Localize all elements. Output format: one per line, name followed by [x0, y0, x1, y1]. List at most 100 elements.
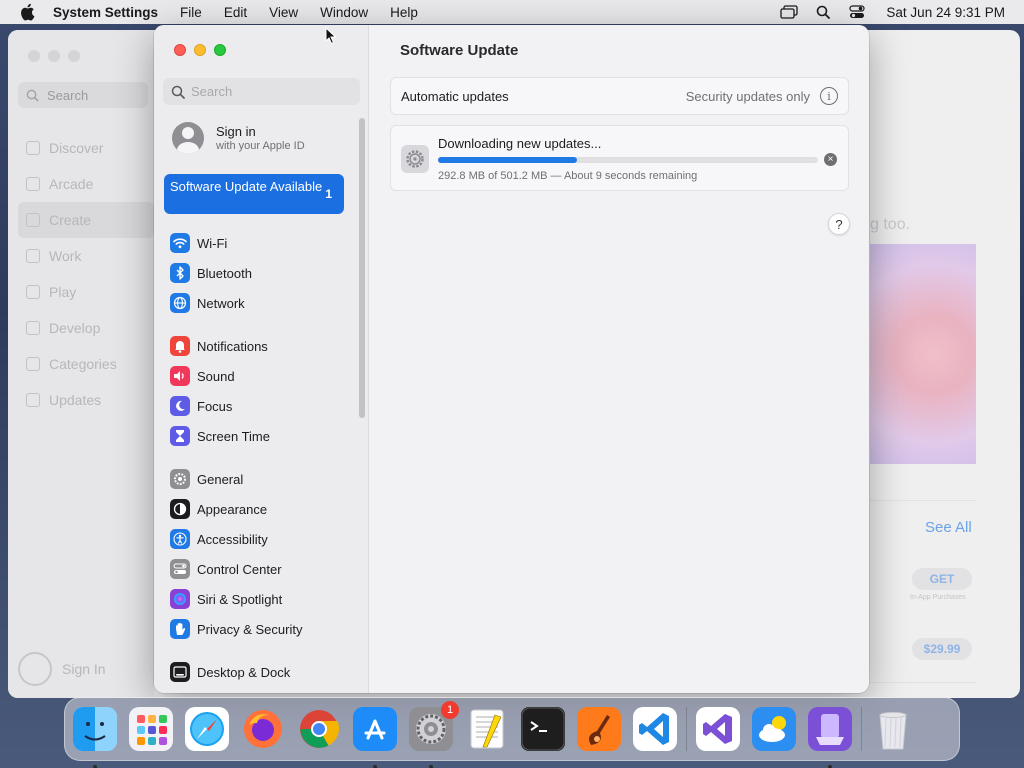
screen-mirroring-icon[interactable]: [780, 4, 799, 20]
background-sign-in[interactable]: Sign In: [18, 652, 106, 686]
dock-separator: [861, 707, 862, 751]
simulator-app-icon[interactable]: [808, 707, 852, 768]
moon-icon: [170, 396, 190, 416]
sidebar-item-appearance[interactable]: Appearance: [164, 494, 360, 524]
accessibility-icon: [170, 529, 190, 549]
background-search-placeholder: Search: [47, 87, 89, 103]
background-nav-categories[interactable]: Categories: [18, 346, 154, 382]
background-nav: Discover Arcade Create Work Play Develop…: [18, 130, 154, 418]
download-progress-fill: [438, 157, 578, 163]
cancel-download-button[interactable]: ×: [824, 153, 837, 166]
control-center-icon: [170, 559, 190, 579]
sidebar-item-network[interactable]: Network: [164, 288, 360, 318]
background-partial-text: g too.: [870, 216, 911, 233]
speaker-icon: [170, 366, 190, 386]
app-name-menu[interactable]: System Settings: [53, 5, 158, 20]
trash-app-icon[interactable]: [871, 707, 915, 751]
settings-nav-list: Wi-Fi Bluetooth Network Notifications Sound F…: [164, 228, 360, 687]
help-button[interactable]: ?: [828, 213, 850, 235]
menu-help[interactable]: Help: [390, 5, 418, 20]
globe-icon: [170, 293, 190, 313]
sidebar-item-accessibility[interactable]: Accessibility: [164, 524, 360, 554]
window-controls: [174, 44, 226, 56]
menu-file[interactable]: File: [180, 5, 202, 20]
close-window-button[interactable]: [174, 44, 186, 56]
sidebar-item-label: Accessibility: [197, 531, 268, 547]
app-store-app-icon[interactable]: [353, 707, 397, 768]
sidebar-scrollbar[interactable]: [359, 118, 365, 418]
firefox-app-icon[interactable]: [241, 707, 285, 751]
nav-group-gap: [164, 318, 360, 331]
dock: 1: [64, 697, 960, 768]
safari-app-icon[interactable]: [185, 707, 229, 751]
page-title: Software Update: [400, 42, 519, 59]
siri-icon: [170, 589, 190, 609]
textedit-app-icon[interactable]: [465, 707, 509, 751]
spotlight-search-icon[interactable]: [814, 4, 832, 20]
minimize-window-button[interactable]: [194, 44, 206, 56]
search-icon: [171, 85, 185, 99]
menu-bar: System Settings File Edit View Window He…: [0, 0, 1024, 24]
sidebar-item-label: Sound: [197, 368, 235, 384]
background-search-field[interactable]: Search: [18, 82, 148, 108]
sidebar-item-label: General: [197, 471, 244, 487]
sidebar-item-privacy-security[interactable]: Privacy & Security: [164, 614, 360, 644]
settings-search-field[interactable]: [163, 78, 360, 105]
nav-group-gap: [164, 451, 360, 464]
visual-studio-app-icon[interactable]: [696, 707, 740, 751]
zoom-window-button[interactable]: [214, 44, 226, 56]
background-nav-play[interactable]: Play: [18, 274, 154, 310]
sidebar-item-bluetooth[interactable]: Bluetooth: [164, 258, 360, 288]
background-featured-artwork[interactable]: [870, 244, 976, 464]
garageband-app-icon[interactable]: [577, 707, 621, 751]
chrome-app-icon[interactable]: [297, 707, 341, 751]
info-icon[interactable]: i: [820, 87, 838, 105]
menu-window[interactable]: Window: [320, 5, 368, 20]
sidebar-item-sound[interactable]: Sound: [164, 361, 360, 391]
apple-id-sign-in[interactable]: Sign in with your Apple ID: [172, 122, 305, 154]
background-avatar-icon: [18, 652, 52, 686]
sidebar-item-desktop-dock[interactable]: Desktop & Dock: [164, 657, 360, 687]
sidebar-item-siri-spotlight[interactable]: Siri & Spotlight: [164, 584, 360, 614]
dock-separator: [686, 707, 687, 751]
launchpad-app-icon[interactable]: [129, 707, 173, 751]
background-nav-discover[interactable]: Discover: [18, 130, 154, 166]
background-nav-create[interactable]: Create: [18, 202, 154, 238]
sidebar-item-focus[interactable]: Focus: [164, 391, 360, 421]
background-nav-work[interactable]: Work: [18, 238, 154, 274]
sidebar-item-software-update-available[interactable]: Software Update Available 1: [164, 174, 344, 214]
sidebar-item-general[interactable]: General: [164, 464, 360, 494]
sidebar-item-label: Privacy & Security: [197, 621, 303, 637]
nav-group-gap: [164, 644, 360, 657]
sidebar-item-notifications[interactable]: Notifications: [164, 331, 360, 361]
sidebar-item-wi-fi[interactable]: Wi-Fi: [164, 228, 360, 258]
bluetooth-icon: [170, 263, 190, 283]
background-get-button[interactable]: GET: [912, 568, 972, 590]
apple-menu-icon[interactable]: [17, 2, 37, 22]
automatic-updates-label: Automatic updates: [401, 88, 509, 104]
update-count-badge: 1: [325, 187, 332, 201]
settings-search-input[interactable]: [191, 84, 351, 99]
background-nav-arcade[interactable]: Arcade: [18, 166, 154, 202]
sidebar-item-control-center[interactable]: Control Center: [164, 554, 360, 584]
software-update-pane: Software Update Automatic updates Securi…: [370, 25, 869, 693]
menu-view[interactable]: View: [269, 5, 298, 20]
background-nav-develop[interactable]: Develop: [18, 310, 154, 346]
sidebar-item-screen-time[interactable]: Screen Time: [164, 421, 360, 451]
sidebar-item-label: Desktop & Dock: [197, 664, 291, 680]
vscode-app-icon[interactable]: [633, 707, 677, 751]
terminal-app-icon[interactable]: [521, 707, 565, 751]
menu-bar-clock[interactable]: Sat Jun 24 9:31 PM: [886, 5, 1005, 20]
weather-app-icon[interactable]: [752, 707, 796, 751]
finder-app-icon[interactable]: [73, 707, 117, 768]
automatic-updates-value: Security updates only: [685, 88, 810, 104]
control-center-icon[interactable]: [848, 4, 866, 20]
background-price-button[interactable]: $29.99: [912, 638, 972, 660]
menu-edit[interactable]: Edit: [224, 5, 247, 20]
software-update-gear-icon: [401, 145, 429, 173]
sidebar-item-label: Notifications: [197, 338, 268, 354]
background-see-all-link[interactable]: See All: [925, 519, 972, 536]
background-nav-updates[interactable]: Updates: [18, 382, 154, 418]
avatar-icon: [172, 122, 204, 154]
system-settings-app-icon[interactable]: 1: [409, 701, 459, 768]
